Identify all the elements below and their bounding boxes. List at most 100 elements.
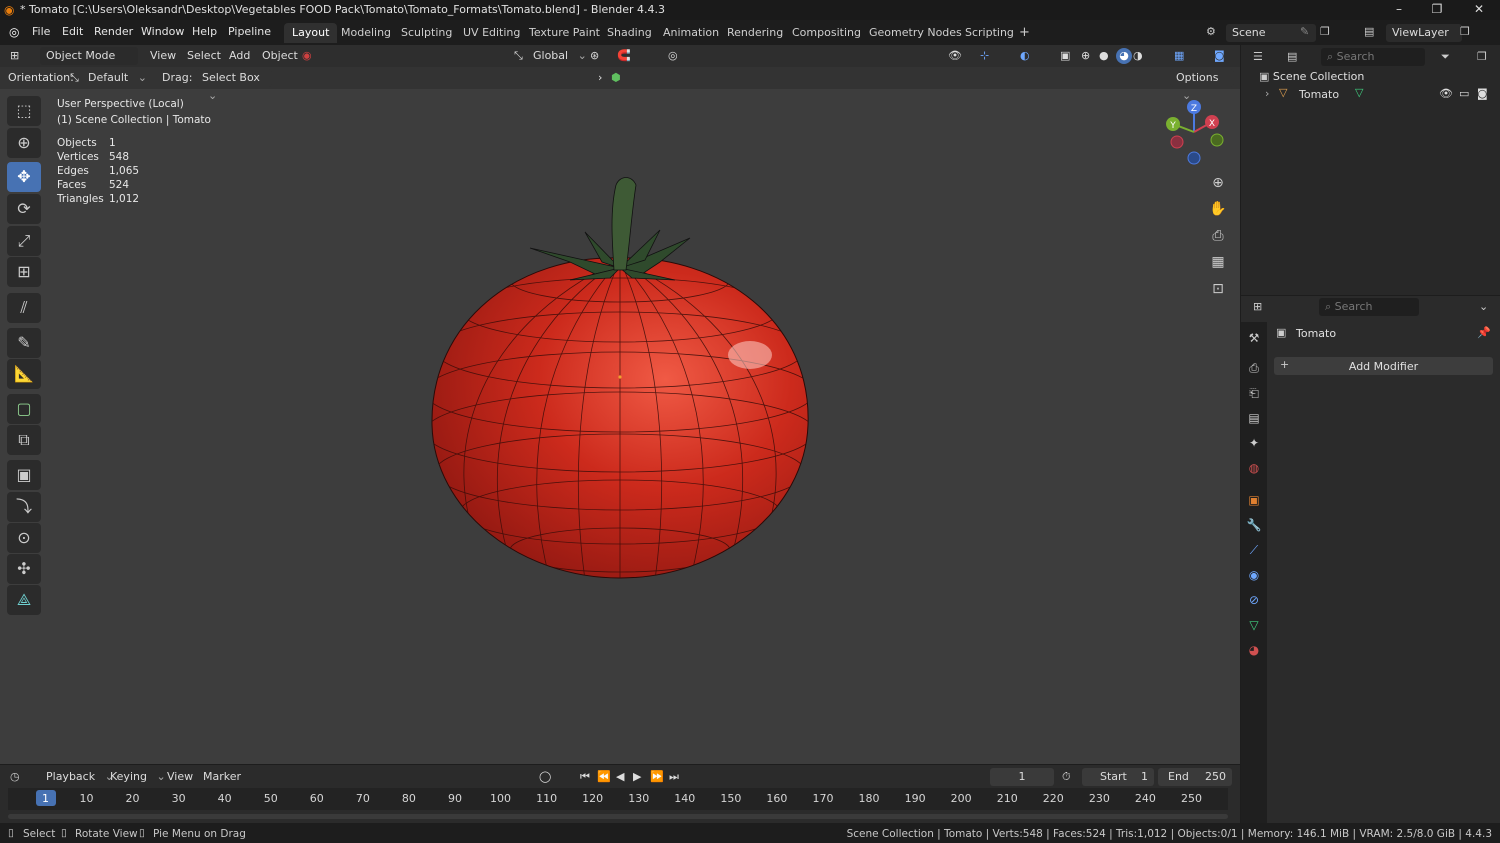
scale-tool-icon[interactable]: ⤢ — [7, 226, 41, 256]
scene-pin-icon[interactable]: ✎ — [1300, 25, 1309, 38]
perspective-grid-icon[interactable]: ▦ — [1207, 251, 1229, 273]
playback-menu[interactable]: Playback — [46, 769, 114, 785]
outliner-display-mode-icon[interactable]: ▤ — [1287, 50, 1297, 63]
overlay-toggle-icon[interactable]: ◐ — [1020, 48, 1030, 64]
tool-tab-icon[interactable]: ⚒ — [1244, 328, 1264, 348]
scene-icon[interactable]: ⚙ — [1206, 25, 1216, 38]
menu-view[interactable]: View — [150, 48, 176, 64]
orientation-icon[interactable]: ⤡ — [514, 48, 523, 64]
solid-shading-icon[interactable]: ● — [1099, 48, 1109, 64]
outliner-editor-type-icon[interactable]: ☰ — [1253, 50, 1263, 63]
render-preview-icon[interactable]: ▦ — [1174, 48, 1184, 64]
pin-icon[interactable]: 📌 — [1477, 326, 1491, 339]
menu-select[interactable]: Select — [187, 48, 221, 64]
jump-start-icon[interactable]: ⏮ — [580, 769, 590, 785]
tab-scripting[interactable]: Scripting — [957, 23, 1022, 43]
constraints-tab-icon[interactable]: ⊘ — [1244, 590, 1264, 610]
new-collection-icon[interactable]: ❐ — [1477, 50, 1487, 63]
modifier-tab-icon[interactable]: 🔧 — [1244, 515, 1264, 535]
snap-icon[interactable]: 🧲 — [617, 48, 631, 64]
timeline-view-menu[interactable]: View — [167, 769, 193, 785]
physics-tab-icon[interactable]: ◉ — [1244, 565, 1264, 585]
inset-tool-icon[interactable]: ▣ — [7, 460, 41, 490]
menu-file[interactable]: File — [32, 25, 50, 38]
start-frame-field[interactable]: Start 1 — [1082, 768, 1154, 786]
transform-tool-icon[interactable]: ⊞ — [7, 257, 41, 287]
tab-sculpting[interactable]: Sculpting — [393, 23, 460, 43]
end-frame-field[interactable]: End 250 — [1158, 768, 1232, 786]
annotate-tool-icon[interactable]: ⫽ — [7, 293, 41, 323]
gizmo-neg-z[interactable] — [1187, 151, 1201, 165]
tab-compositing[interactable]: Compositing — [784, 23, 869, 43]
orientation-dropdown[interactable]: Default — [88, 70, 147, 86]
wireframe-shading-icon[interactable]: ⊕ — [1081, 48, 1090, 64]
properties-options-chevron-icon[interactable]: ⌄ — [1479, 300, 1488, 313]
current-frame-field[interactable]: 1 — [990, 768, 1054, 786]
menu-object[interactable]: Object — [262, 48, 298, 64]
spin-tool-icon[interactable]: ⊙ — [7, 523, 41, 553]
add-workspace-icon[interactable]: + — [1019, 25, 1030, 40]
play-reverse-icon[interactable]: ◀ — [616, 769, 624, 785]
outliner-row-tomato[interactable]: › ▽ Tomato ▽ 👁 ▭ ◙ — [1241, 86, 1500, 104]
add-modifier-button[interactable]: + Add Modifier — [1274, 357, 1493, 375]
menu-edit[interactable]: Edit — [62, 25, 83, 38]
new-scene-icon[interactable]: ❐ — [1320, 25, 1330, 38]
options-dropdown[interactable]: Options — [1170, 69, 1234, 87]
close-button[interactable]: ✕ — [1464, 2, 1494, 16]
add-cube-tool-icon[interactable]: ▢ — [7, 394, 41, 424]
scene-tab-icon[interactable]: ✦ — [1244, 433, 1264, 453]
menu-add[interactable]: Add — [229, 48, 250, 64]
minimize-button[interactable]: – — [1384, 2, 1414, 16]
shear-tool-icon[interactable]: ✣ — [7, 554, 41, 584]
outliner-search-input[interactable]: ⌕ Search — [1321, 48, 1425, 66]
timeline-ruler[interactable]: 1 10 20 30 40 50 60 70 80 90 100 110 120 130 140 150 160… — [8, 788, 1228, 810]
gizmo-neg-x[interactable] — [1170, 135, 1184, 149]
transform-orientation-dropdown[interactable]: Global — [533, 48, 587, 64]
pan-hand-icon[interactable]: ✋ — [1207, 198, 1229, 220]
menu-pipeline[interactable]: Pipeline — [228, 25, 271, 38]
world-tab-icon[interactable]: ◍ — [1244, 458, 1264, 478]
expand-arrow-icon[interactable]: › — [1265, 87, 1269, 100]
outliner-row-collection[interactable]: ▣ Scene Collection — [1259, 70, 1489, 86]
gizmo-toggle-icon[interactable]: ⊹ — [980, 48, 989, 64]
tomato-model[interactable] — [420, 170, 820, 585]
preview-range-icon[interactable]: ⏱ — [1062, 769, 1071, 785]
material-tab-icon[interactable]: ◕ — [1244, 640, 1264, 660]
tab-shading[interactable]: Shading — [599, 23, 660, 43]
filter-icon[interactable]: ⏷ — [1441, 50, 1450, 64]
properties-search-input[interactable]: ⌕ Search — [1319, 298, 1419, 316]
menu-window[interactable]: Window — [141, 25, 184, 38]
zoom-icon[interactable]: ⊕ — [1207, 172, 1229, 194]
proportional-edit-icon[interactable]: ◎ — [668, 48, 678, 64]
material-shading-icon[interactable]: ◕ — [1116, 48, 1132, 64]
move-tool-icon[interactable]: ✥ — [7, 162, 41, 192]
particles-tab-icon[interactable]: ⟋ — [1244, 540, 1264, 560]
tab-texture-paint[interactable]: Texture Paint — [521, 23, 608, 43]
visibility-icon[interactable]: 👁 — [948, 48, 962, 64]
render-camera-icon[interactable]: ◙ — [1477, 87, 1488, 100]
tab-uv-editing[interactable]: UV Editing — [455, 23, 528, 43]
play-icon[interactable]: ▶ — [633, 769, 641, 785]
tab-animation[interactable]: Animation — [655, 23, 727, 43]
viewlayer-icon[interactable]: ▤ — [1364, 25, 1374, 38]
select-box-tool-icon[interactable]: ⬚ — [7, 96, 41, 126]
new-viewlayer-icon[interactable]: ❐ — [1460, 25, 1470, 38]
object-tab-icon[interactable]: ▣ — [1244, 490, 1264, 510]
tab-modeling[interactable]: Modeling — [333, 23, 399, 43]
camera-view-icon[interactable]: ◙ — [1214, 48, 1225, 64]
draw-tool-icon[interactable]: ✎ — [7, 328, 41, 358]
view-layer-tab-icon[interactable]: ▤ — [1244, 408, 1264, 428]
cursor-tool-icon[interactable]: ⊕ — [7, 128, 41, 158]
output-tab-icon[interactable]: ⎗ — [1244, 383, 1264, 403]
uv-tool-icon[interactable]: ⟁ — [7, 585, 41, 615]
mode-dropdown[interactable]: Object Mode — [40, 47, 138, 65]
navigation-gizmo[interactable]: Z X Y — [1160, 98, 1230, 168]
properties-editor-type-icon[interactable]: ⊞ — [1253, 300, 1262, 313]
rotate-tool-icon[interactable]: ⟳ — [7, 194, 41, 224]
render-tab-icon[interactable]: ⎙ — [1244, 358, 1264, 378]
drag-dropdown[interactable]: Select Box — [196, 69, 272, 87]
camera-icon[interactable]: ⎙ — [1207, 225, 1229, 247]
marker-menu[interactable]: Marker — [203, 769, 241, 785]
visibility-eye-icon[interactable]: 👁 — [1439, 87, 1453, 100]
gizmo-neg-y[interactable] — [1210, 133, 1224, 147]
